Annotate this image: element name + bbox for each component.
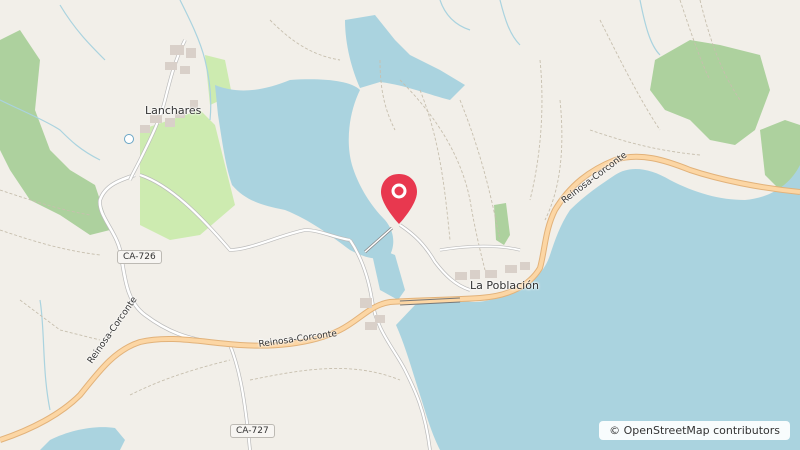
map-attribution[interactable]: © OpenStreetMap contributors [599,421,790,440]
village-icon [124,134,134,144]
place-label-la-poblacion: La Población [470,279,539,292]
road-shield-ca726: CA-726 [117,250,162,264]
place-label-lanchares: Lanchares [145,104,202,117]
map-view[interactable]: Lanchares La Población CA-726 CA-727 Rei… [0,0,800,450]
attribution-text[interactable]: © OpenStreetMap contributors [609,424,780,437]
location-pin-icon[interactable] [377,172,421,228]
road-shield-ca727: CA-727 [230,424,275,438]
